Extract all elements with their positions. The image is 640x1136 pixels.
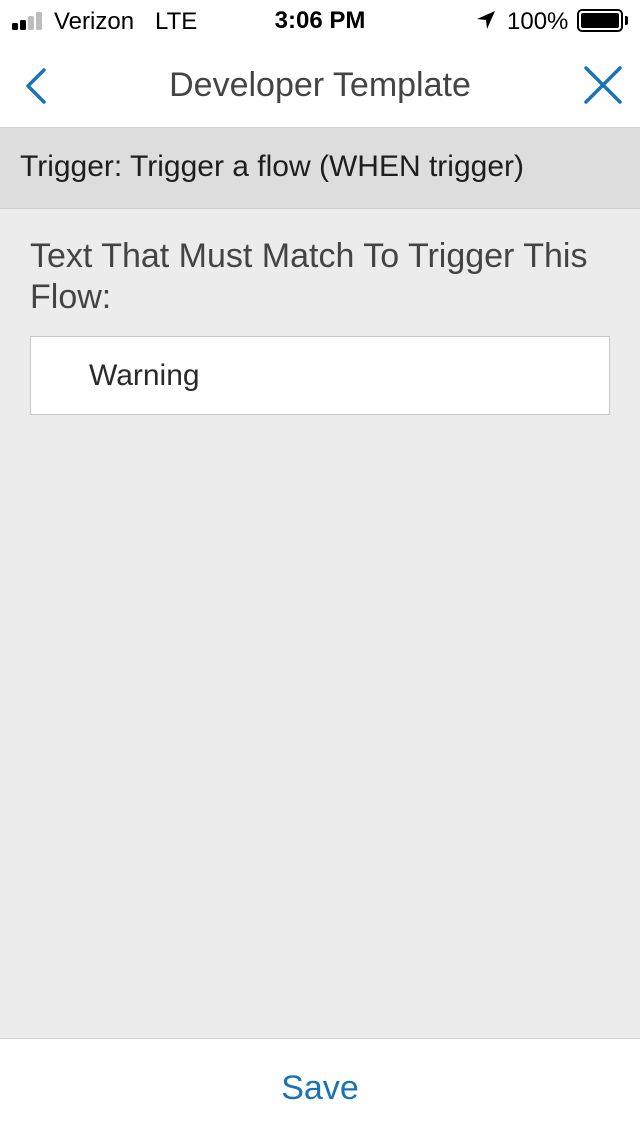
page-title: Developer Template <box>169 66 471 104</box>
trigger-text-input[interactable] <box>30 336 610 415</box>
status-bar: Verizon LTE 3:06 PM 100% <box>0 0 640 42</box>
trigger-text-label: Text That Must Match To Trigger This Flo… <box>30 237 588 316</box>
close-icon <box>584 66 622 104</box>
battery-cap <box>625 16 628 25</box>
battery-percent: 100% <box>507 8 569 35</box>
trigger-heading: Trigger: Trigger a flow (WHEN trigger) <box>20 150 524 183</box>
bottom-bar: Save <box>0 1038 640 1136</box>
screen: Verizon LTE 3:06 PM 100% Developer Templ… <box>0 0 640 1136</box>
section-header: Trigger: Trigger a flow (WHEN trigger) <box>0 128 640 209</box>
location-arrow-icon <box>477 11 495 29</box>
battery-icon <box>577 9 623 32</box>
save-button[interactable]: Save <box>0 1039 640 1136</box>
close-button[interactable] <box>580 62 626 108</box>
nav-bar: Developer Template <box>0 42 640 128</box>
